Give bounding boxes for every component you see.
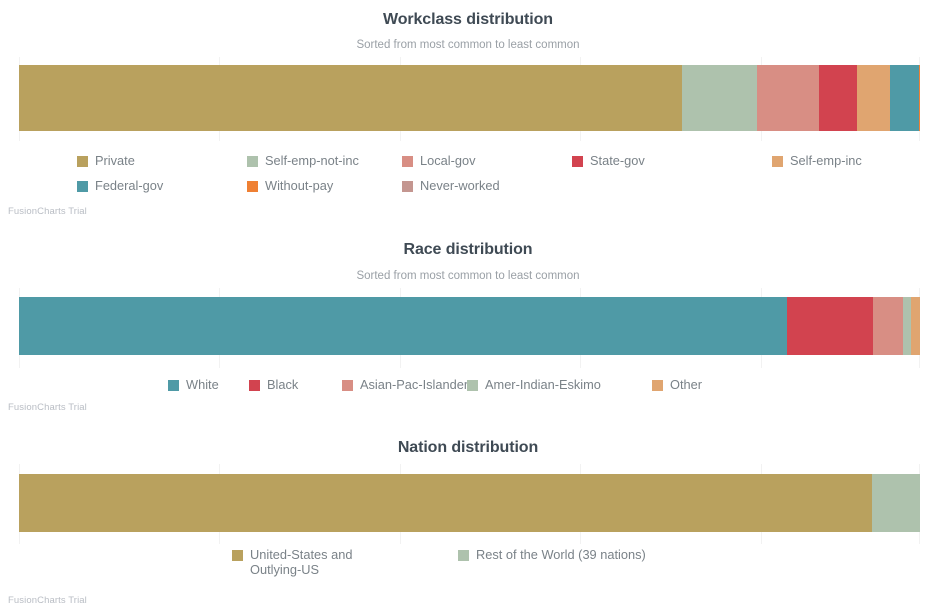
chart-subtitle-race: Sorted from most common to least common	[356, 270, 580, 282]
legend-item[interactable]: White	[168, 377, 249, 392]
legend-item-label: Local-gov	[420, 153, 476, 168]
bar-segment[interactable]	[786, 297, 874, 355]
bar-segment[interactable]	[872, 474, 920, 532]
legend-item-label: Self-emp-not-inc	[265, 153, 359, 168]
stacked-bar-nation[interactable]	[19, 474, 920, 532]
legend-item[interactable]: United-States and Outlying-US	[232, 547, 458, 577]
legend-item[interactable]: Federal-gov	[77, 178, 247, 193]
bar-segment[interactable]	[819, 65, 858, 131]
legend-swatch-icon	[572, 156, 583, 167]
legend-item-label: Never-worked	[420, 178, 500, 193]
legend-item-label: Rest of the World (39 nations)	[476, 547, 646, 562]
chart-title-workclass: Workclass distribution	[383, 11, 553, 28]
chart-block-race: Race distribution Sorted from most commo…	[0, 230, 936, 420]
legend-item-label: Without-pay	[265, 178, 334, 193]
chart-title-nation: Nation distribution	[397, 439, 539, 456]
legend-item-label: Black	[267, 377, 299, 392]
plot-area-workclass	[19, 57, 920, 141]
legend-item-label: United-States and Outlying-US	[250, 547, 353, 577]
legend-swatch-icon	[458, 550, 469, 561]
bar-segment[interactable]	[19, 297, 787, 355]
legend-swatch-icon	[652, 380, 663, 391]
legend-swatch-icon	[168, 380, 179, 391]
watermark-label: FusionCharts Trial	[8, 402, 87, 413]
bar-segment[interactable]	[19, 474, 873, 532]
legend-item-label: Private	[95, 153, 135, 168]
stacked-bar-workclass[interactable]	[19, 65, 920, 131]
legend-swatch-icon	[232, 550, 243, 561]
legend-swatch-icon	[772, 156, 783, 167]
bar-segment[interactable]	[682, 65, 758, 131]
legend-swatch-icon	[467, 380, 478, 391]
legend-row: Federal-gov Without-pay Never-worked	[77, 178, 572, 193]
chart-block-nation: Nation distribution United-States and Ou…	[0, 420, 936, 611]
bar-segment[interactable]	[910, 297, 920, 355]
legend-swatch-icon	[342, 380, 353, 391]
legend-swatch-icon	[77, 181, 88, 192]
legend-item-label: Federal-gov	[95, 178, 164, 193]
plot-area-race	[19, 288, 920, 368]
bar-segment[interactable]	[873, 297, 903, 355]
watermark-label: FusionCharts Trial	[8, 206, 87, 217]
legend-row: United-States and Outlying-US Rest of the…	[232, 547, 718, 577]
watermark-label: FusionCharts Trial	[8, 595, 87, 606]
legend-swatch-icon	[249, 380, 260, 391]
chart-title-race: Race distribution	[403, 241, 533, 258]
legend-item[interactable]: Self-emp-inc	[772, 153, 932, 168]
legend-swatch-icon	[77, 156, 88, 167]
legend-item-label: Self-emp-inc	[790, 153, 862, 168]
chart-subtitle-workclass: Sorted from most common to least common	[356, 39, 580, 51]
legend-item[interactable]: Without-pay	[247, 178, 402, 193]
legend-item[interactable]: Rest of the World (39 nations)	[458, 547, 718, 562]
plot-area-nation	[19, 464, 920, 544]
chart-block-workclass: Workclass distribution Sorted from most …	[0, 0, 936, 225]
legend-item-label: Other	[670, 377, 703, 392]
legend-item[interactable]: Other	[652, 377, 742, 392]
legend-item[interactable]: Never-worked	[402, 178, 572, 193]
legend-item-label: State-gov	[590, 153, 645, 168]
stacked-bar-race[interactable]	[19, 297, 920, 355]
legend-item[interactable]: Self-emp-not-inc	[247, 153, 402, 168]
legend-item-label: White	[186, 377, 219, 392]
legend-item-label: Amer-Indian-Eskimo	[485, 377, 601, 392]
legend-item[interactable]: Private	[77, 153, 247, 168]
legend-item[interactable]: Black	[249, 377, 342, 392]
bar-segment[interactable]	[857, 65, 890, 131]
legend-item[interactable]: State-gov	[572, 153, 772, 168]
legend-item-label: Asian-Pac-Islander	[360, 377, 469, 392]
legend-row: Private Self-emp-not-inc Local-gov State-go…	[77, 153, 932, 168]
legend-item[interactable]: Local-gov	[402, 153, 572, 168]
legend-item[interactable]: Asian-Pac-Islander	[342, 377, 469, 392]
bar-segment[interactable]	[889, 65, 920, 131]
legend-row: White Black Asian-Pac-Islander Amer-Indian-…	[168, 377, 742, 392]
bar-segment[interactable]	[19, 65, 683, 131]
legend-swatch-icon	[402, 181, 413, 192]
legend-swatch-icon	[247, 156, 258, 167]
legend-swatch-icon	[402, 156, 413, 167]
legend-swatch-icon	[247, 181, 258, 192]
legend-item[interactable]: Amer-Indian-Eskimo	[467, 377, 652, 392]
bar-segment[interactable]	[757, 65, 820, 131]
bar-segment[interactable]	[902, 297, 911, 355]
